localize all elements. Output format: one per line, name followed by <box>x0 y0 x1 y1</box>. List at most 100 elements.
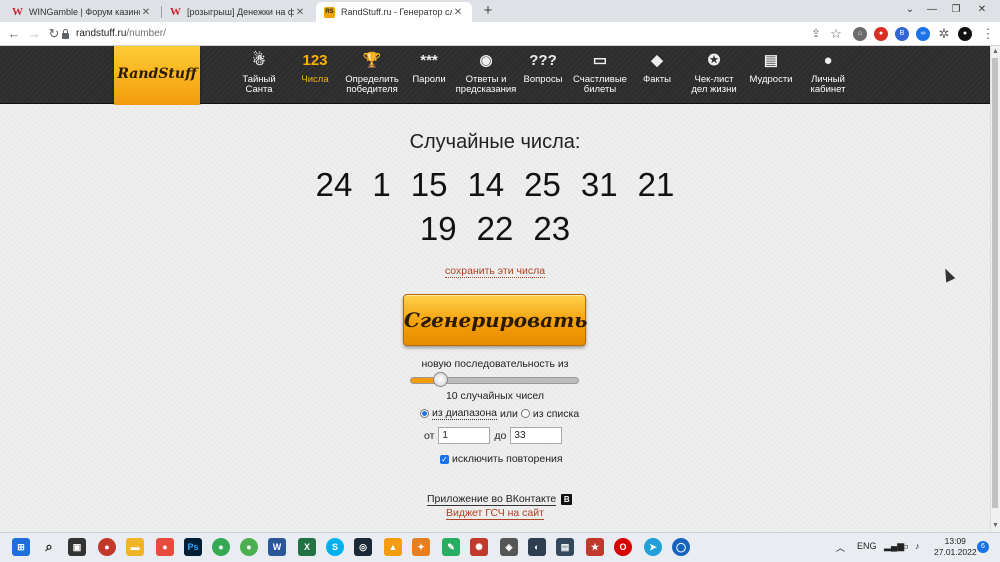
generate-button[interactable]: Сгенерировать <box>403 294 588 346</box>
new-tab-button[interactable]: + <box>480 3 496 19</box>
app-icon[interactable]: ✺ <box>470 538 488 556</box>
tray-chevron-icon[interactable]: ︿ <box>836 541 845 554</box>
photoshop-icon[interactable]: Ps <box>184 538 202 556</box>
from-list-label[interactable]: из списка <box>533 408 579 420</box>
avatar[interactable]: ● <box>958 27 972 41</box>
random-number: 21 <box>637 166 675 203</box>
tab-close-icon[interactable]: ✕ <box>452 7 464 18</box>
from-list-radio[interactable] <box>520 409 530 418</box>
count-label: 10 случайных чисел <box>445 390 545 402</box>
random-number: 15 <box>410 166 448 203</box>
forward-icon[interactable]: → <box>26 26 42 42</box>
tab-wingamble[interactable]: W WINGamble | Форум казино ✕ <box>4 2 160 22</box>
app-icon[interactable]: ◈ <box>500 538 518 556</box>
steam-icon[interactable]: ◎ <box>354 538 372 556</box>
volume-icon[interactable]: ♪ <box>915 541 920 551</box>
or-label: или <box>500 407 518 420</box>
word-icon[interactable]: W <box>268 538 286 556</box>
random-number: 1 <box>372 166 391 203</box>
chrome-icon[interactable]: ● <box>212 538 230 556</box>
tab-close-icon[interactable]: ✕ <box>140 7 152 18</box>
opera-icon[interactable]: O <box>614 538 632 556</box>
system-clock[interactable]: 13:09 27.01.2022 <box>934 536 977 558</box>
telegram-icon[interactable]: ➤ <box>644 538 662 556</box>
widget-link-wrap: Виджет ГСЧ на сайт <box>0 507 990 520</box>
file-explorer-icon[interactable]: ▬ <box>126 538 144 556</box>
random-number: 14 <box>467 166 505 203</box>
app-icon[interactable]: ★ <box>586 538 604 556</box>
language-indicator[interactable]: ENG <box>857 541 877 551</box>
from-range-radio[interactable] <box>420 409 429 418</box>
back-icon[interactable]: ← <box>6 26 22 42</box>
task-view-icon[interactable]: ▣ <box>68 538 86 556</box>
scroll-up-icon[interactable]: ▲ <box>992 48 999 55</box>
random-numbers-row-2: 19 22 23 <box>0 210 990 248</box>
exclude-repeats-label[interactable]: исключить повторения <box>452 453 563 465</box>
tab-search-icon[interactable]: ⌄ <box>900 2 920 18</box>
from-range-label[interactable]: из диапазона <box>432 407 498 420</box>
app-icon[interactable]: ● <box>156 538 174 556</box>
tab-title: WINGamble | Форум казино <box>29 7 140 17</box>
source-selector: из диапазона или из списка <box>420 407 579 420</box>
app-icon[interactable]: ◯ <box>672 538 690 556</box>
minimize-icon[interactable]: — <box>922 2 942 18</box>
notification-badge[interactable]: 6 <box>977 541 989 553</box>
logo-text: RandStuff <box>117 66 197 82</box>
tab-title: [розыгрыш] Денежки на фарт <box>187 7 294 17</box>
app-icon[interactable]: ◐ <box>528 538 546 556</box>
random-number: 19 <box>419 210 457 247</box>
tab-title: RandStuff.ru - Генератор случа <box>341 7 452 17</box>
vk-icon[interactable]: В <box>561 494 573 505</box>
clock-time: 13:09 <box>944 536 966 546</box>
windows-start-icon[interactable]: ⊞ <box>12 538 30 556</box>
vk-app-link[interactable]: Приложение во ВКонтакте <box>427 493 557 506</box>
display-icon[interactable]: ▭ <box>900 541 909 552</box>
range-from-input[interactable] <box>438 427 491 444</box>
address-bar[interactable]: randstuff.ru/number/ <box>76 28 166 39</box>
share-icon[interactable]: ⇪ <box>808 26 824 42</box>
to-label: до <box>494 429 507 442</box>
site-logo[interactable]: RandStuff <box>114 46 200 106</box>
extension-icon[interactable]: ⌂ <box>853 27 867 41</box>
tab-giveaway[interactable]: W [розыгрыш] Денежки на фарт ✕ <box>162 2 314 22</box>
bookmark-star-icon[interactable]: ☆ <box>828 26 844 42</box>
random-number: 23 <box>533 210 571 247</box>
skype-icon[interactable]: S <box>326 538 344 556</box>
app-icon[interactable]: ✦ <box>412 538 430 556</box>
extension-icon[interactable]: B <box>895 27 909 41</box>
app-icon[interactable]: ● <box>240 538 258 556</box>
url-host: randstuff.ru <box>76 28 127 39</box>
record-app-icon[interactable]: ● <box>98 538 116 556</box>
excel-icon[interactable]: X <box>298 538 316 556</box>
close-window-icon[interactable]: ✕ <box>972 2 992 18</box>
widget-link[interactable]: Виджет ГСЧ на сайт <box>446 507 544 520</box>
reload-icon[interactable]: ↻ <box>46 26 62 42</box>
extension-icon[interactable]: ∞ <box>916 27 930 41</box>
tab-close-icon[interactable]: ✕ <box>294 7 306 18</box>
browser-menu-icon[interactable]: ⋮ <box>980 26 996 42</box>
random-numbers-row-1: 24 1 15 14 25 31 21 <box>0 166 990 204</box>
tab-randstuff[interactable]: RS RandStuff.ru - Генератор случа ✕ <box>316 2 472 22</box>
search-icon[interactable]: ⌕ <box>40 538 58 556</box>
lock-icon[interactable] <box>62 29 69 39</box>
wingamble-favicon-icon: W <box>170 5 181 18</box>
scroll-down-icon[interactable]: ▼ <box>992 522 999 529</box>
app-icon[interactable]: ✎ <box>442 538 460 556</box>
randstuff-favicon-icon: RS <box>324 6 335 18</box>
wingamble-favicon-icon: W <box>12 5 23 18</box>
exclude-repeats-checkbox[interactable]: ✓ <box>440 454 449 464</box>
page-title: Случайные числа: <box>409 131 581 153</box>
menu-item-10[interactable]: ● Личный кабинет <box>791 50 865 95</box>
save-numbers-link[interactable]: сохранить эти числа <box>444 265 546 278</box>
random-number: 31 <box>580 166 618 203</box>
from-label: от <box>424 429 435 442</box>
restore-icon[interactable]: ❐ <box>946 2 966 18</box>
extension-badge-icon[interactable]: ● <box>874 27 888 41</box>
random-number: 22 <box>476 210 514 247</box>
save-numbers-link-wrap: сохранить эти числа <box>0 265 990 278</box>
app-icon[interactable]: ▤ <box>556 538 574 556</box>
app-icon[interactable]: ▲ <box>384 538 402 556</box>
range-to-input[interactable] <box>510 427 563 444</box>
scrollbar-thumb[interactable] <box>992 58 998 508</box>
extensions-puzzle-icon[interactable]: ✲ <box>936 26 952 42</box>
